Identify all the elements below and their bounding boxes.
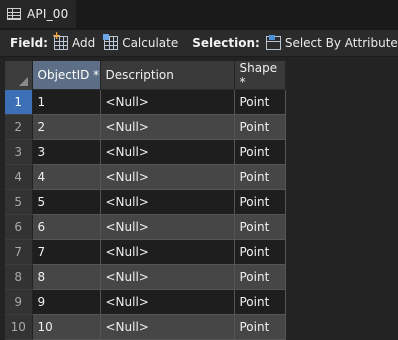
row-header[interactable]: 3	[5, 139, 33, 165]
cell-shape[interactable]: Point	[234, 164, 286, 190]
cell-objectid[interactable]: 7	[32, 239, 101, 265]
field-label: Field:	[10, 36, 48, 50]
select-by-attributes-icon	[265, 35, 281, 50]
cell-description[interactable]: <Null>	[100, 214, 235, 240]
add-field-label: Add	[71, 36, 96, 50]
row-header[interactable]: 1	[5, 89, 33, 115]
table-row[interactable]: 8 8 <Null> Point	[5, 264, 286, 290]
cell-shape[interactable]: Point	[234, 189, 286, 215]
add-field-icon	[52, 29, 68, 50]
selection-label: Selection:	[192, 36, 260, 50]
cell-objectid[interactable]: 5	[32, 189, 101, 215]
column-header-description[interactable]: Description	[100, 61, 235, 90]
table-row[interactable]: 7 7 <Null> Point	[5, 239, 286, 265]
cell-objectid[interactable]: 8	[32, 264, 101, 290]
table-row[interactable]: 4 4 <Null> Point	[5, 164, 286, 190]
table-row[interactable]: 1 1 <Null> Point	[5, 89, 286, 115]
cell-description[interactable]: <Null>	[100, 164, 235, 190]
row-header[interactable]: 2	[5, 114, 33, 140]
select-by-attributes-label: Select By Attributes	[284, 36, 398, 50]
attribute-table: ObjectID * Description Shape * 1 1 <Null…	[5, 61, 286, 340]
cell-objectid[interactable]: 4	[32, 164, 101, 190]
table-row[interactable]: 2 2 <Null> Point	[5, 114, 286, 140]
cell-shape[interactable]: Point	[234, 214, 286, 240]
calculate-field-icon	[103, 34, 119, 50]
cell-objectid[interactable]: 3	[32, 139, 101, 165]
cell-description[interactable]: <Null>	[100, 314, 235, 340]
column-header-objectid[interactable]: ObjectID *	[32, 61, 101, 90]
cell-objectid[interactable]: 1	[32, 89, 101, 115]
table-row[interactable]: 3 3 <Null> Point	[5, 139, 286, 165]
cell-description[interactable]: <Null>	[100, 189, 235, 215]
cell-shape[interactable]: Point	[234, 289, 286, 315]
table-row[interactable]: 5 5 <Null> Point	[5, 189, 286, 215]
cell-shape[interactable]: Point	[234, 239, 286, 265]
cell-shape[interactable]: Point	[234, 89, 286, 115]
corner-triangle-icon	[18, 76, 28, 86]
cell-description[interactable]: <Null>	[100, 139, 235, 165]
title-bar: API_00	[0, 0, 398, 30]
add-field-button[interactable]: Add	[52, 29, 96, 50]
cell-objectid[interactable]: 6	[32, 214, 101, 240]
cell-objectid[interactable]: 2	[32, 114, 101, 140]
row-header[interactable]: 8	[5, 264, 33, 290]
cell-shape[interactable]: Point	[234, 114, 286, 140]
cell-objectid[interactable]: 9	[32, 289, 101, 315]
row-header[interactable]: 10	[5, 314, 33, 340]
cell-shape[interactable]: Point	[234, 264, 286, 290]
select-all-corner[interactable]	[5, 61, 33, 90]
attribute-toolbar: Field: Add Calculate Selection: Select B…	[0, 29, 398, 57]
row-header[interactable]: 7	[5, 239, 33, 265]
column-header-shape[interactable]: Shape *	[234, 61, 286, 90]
cell-description[interactable]: <Null>	[100, 289, 235, 315]
table-icon	[7, 8, 21, 20]
table-row[interactable]: 6 6 <Null> Point	[5, 214, 286, 240]
row-header[interactable]: 5	[5, 189, 33, 215]
select-by-attributes-button[interactable]: Select By Attributes	[265, 35, 398, 50]
calculate-field-label: Calculate	[122, 36, 179, 50]
cell-description[interactable]: <Null>	[100, 264, 235, 290]
cell-shape[interactable]: Point	[234, 314, 286, 340]
cell-description[interactable]: <Null>	[100, 114, 235, 140]
row-header[interactable]: 4	[5, 164, 33, 190]
cell-description[interactable]: <Null>	[100, 239, 235, 265]
row-header[interactable]: 6	[5, 214, 33, 240]
table-row[interactable]: 9 9 <Null> Point	[5, 289, 286, 315]
table-title: API_00	[27, 7, 69, 21]
cell-shape[interactable]: Point	[234, 139, 286, 165]
table-tab[interactable]: API_00	[0, 0, 76, 30]
cell-description[interactable]: <Null>	[100, 89, 235, 115]
table-row[interactable]: 10 10 <Null> Point	[5, 314, 286, 340]
cell-objectid[interactable]: 10	[32, 314, 101, 340]
row-header[interactable]: 9	[5, 289, 33, 315]
calculate-field-button[interactable]: Calculate	[103, 34, 179, 50]
